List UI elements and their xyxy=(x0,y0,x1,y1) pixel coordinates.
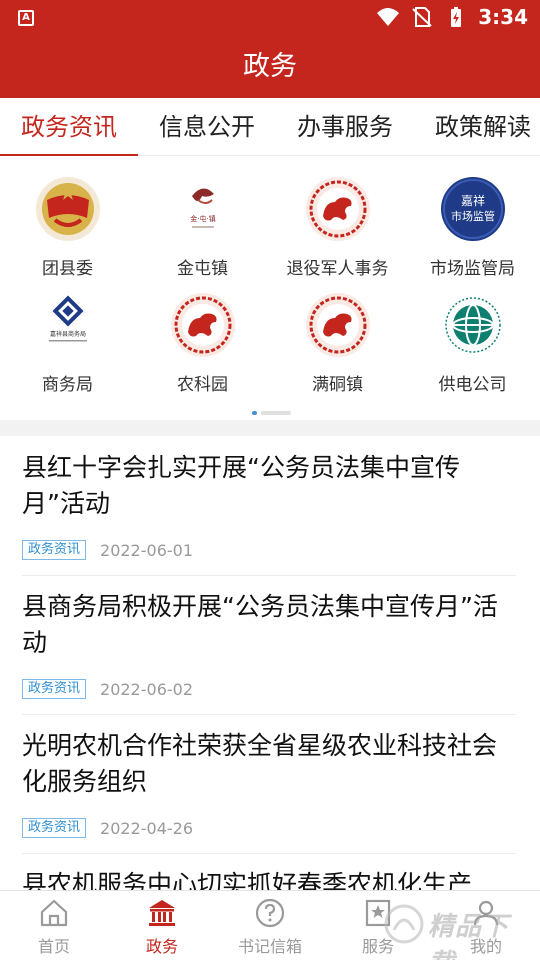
page-title: 政务 xyxy=(243,51,297,82)
nav-label: 政务 xyxy=(145,937,178,956)
grid-label: 满硐镇 xyxy=(312,375,363,395)
nav-home[interactable]: 首页 xyxy=(0,897,108,957)
tab-gov-news[interactable]: 政务资讯 xyxy=(0,98,138,156)
jintun-town-logo-icon: 金·屯·镇 xyxy=(170,177,235,241)
grid-label: 供电公司 xyxy=(438,375,507,395)
grid-item-jintun-town[interactable]: 金·屯·镇 金屯镇 xyxy=(135,168,270,284)
nav-label: 书记信箱 xyxy=(237,937,302,956)
status-icons: 3:34 xyxy=(376,5,528,29)
grid-label: 退役军人事务 xyxy=(286,259,389,279)
grid-item-mandong-town[interactable]: 满硐镇 xyxy=(270,284,405,400)
news-title: 县商务局积极开展“公务员法集中宣传月”活动 xyxy=(22,592,498,657)
grid-label: 团县委 xyxy=(42,259,93,279)
qilin-seal-icon xyxy=(305,177,370,241)
news-title: 光明农机合作社荣获全省星级农业科技社会化服务组织 xyxy=(22,731,498,796)
question-circle-icon xyxy=(255,898,285,928)
news-date: 2022-06-01 xyxy=(100,540,193,560)
news-date: 2022-04-26 xyxy=(100,818,193,838)
commerce-logo-text: 嘉祥县商务局 xyxy=(49,330,85,338)
status-bar: A 3:34 xyxy=(0,0,540,36)
app-notification-icon: A xyxy=(18,10,34,26)
tab-policy-interpretation[interactable]: 政策解读 xyxy=(414,98,540,156)
news-item[interactable]: 光明农机合作社荣获全省星级农业科技社会化服务组织 政务资讯 2022-04-26 xyxy=(22,728,516,854)
grid-item-youth-league[interactable]: 团县委 xyxy=(0,168,135,284)
battery-charging-icon xyxy=(451,7,462,27)
category-tabs: 政务资讯 信息公开 办事服务 政策解读 xyxy=(0,98,540,156)
grid-label: 商务局 xyxy=(42,375,93,395)
page-dot xyxy=(261,411,291,415)
no-sim-icon xyxy=(412,7,432,27)
market-supervision-logo-icon: 嘉祥 市场监管 xyxy=(440,177,505,241)
nav-government[interactable]: 政务 xyxy=(108,897,216,957)
news-meta: 政务资讯 2022-06-01 xyxy=(22,540,516,560)
news-item[interactable]: 县商务局积极开展“公务员法集中宣传月”活动 政务资讯 2022-06-02 xyxy=(22,589,516,715)
app-bar: 政务 xyxy=(0,36,540,98)
commerce-bureau-logo-icon: 嘉祥县商务局 xyxy=(34,292,101,358)
news-title: 县红十字会扎实开展“公务员法集中宣传月”活动 xyxy=(22,453,460,518)
grid-label: 农科园 xyxy=(177,375,228,395)
section-divider xyxy=(0,420,540,436)
youth-league-badge-icon xyxy=(35,177,100,241)
state-grid-logo-icon xyxy=(440,293,505,357)
site-watermark: 精品下载 xyxy=(382,896,532,960)
carousel-page-indicator xyxy=(252,411,291,415)
grid-item-power-supply[interactable]: 供电公司 xyxy=(405,284,540,400)
news-item[interactable]: 县红十字会扎实开展“公务员法集中宣传月”活动 政务资讯 2022-06-01 xyxy=(22,450,516,576)
clock: 3:34 xyxy=(478,5,528,29)
grid-item-commerce-bureau[interactable]: 嘉祥县商务局 商务局 xyxy=(0,284,135,400)
news-meta: 政务资讯 2022-06-02 xyxy=(22,679,516,699)
tab-info-disclosure[interactable]: 信息公开 xyxy=(138,98,276,156)
watermark-logo-icon xyxy=(384,904,424,944)
news-category-tag: 政务资讯 xyxy=(22,818,87,838)
active-tab-indicator xyxy=(0,154,138,156)
jintun-logo-text: 金·屯·镇 xyxy=(190,214,215,223)
grid-item-market-supervision[interactable]: 嘉祥 市场监管 市场监管局 xyxy=(405,168,540,284)
market-logo-line2: 市场监管 xyxy=(451,209,495,223)
news-category-tag: 政务资讯 xyxy=(22,679,87,699)
qilin-seal-icon xyxy=(170,293,235,357)
watermark-text: 精品下载 xyxy=(428,912,510,960)
market-logo-line1: 嘉祥 xyxy=(460,194,484,208)
grid-item-veterans-affairs[interactable]: 退役军人事务 xyxy=(270,168,405,284)
grid-item-agri-tech-park[interactable]: 农科园 xyxy=(135,284,270,400)
nav-secretary-mailbox[interactable]: 书记信箱 xyxy=(216,897,324,957)
qilin-seal-icon xyxy=(305,293,370,357)
news-meta: 政务资讯 2022-04-26 xyxy=(22,818,516,838)
grid-label: 金屯镇 xyxy=(177,259,228,279)
page-dot-active xyxy=(252,411,257,415)
government-building-icon xyxy=(149,900,175,926)
grid-label: 市场监管局 xyxy=(430,259,515,279)
nav-label: 首页 xyxy=(37,937,70,956)
tab-affairs-service[interactable]: 办事服务 xyxy=(276,98,414,156)
news-date: 2022-06-02 xyxy=(100,679,193,699)
news-category-tag: 政务资讯 xyxy=(22,540,87,560)
home-icon xyxy=(40,899,68,927)
wifi-icon xyxy=(377,8,400,26)
